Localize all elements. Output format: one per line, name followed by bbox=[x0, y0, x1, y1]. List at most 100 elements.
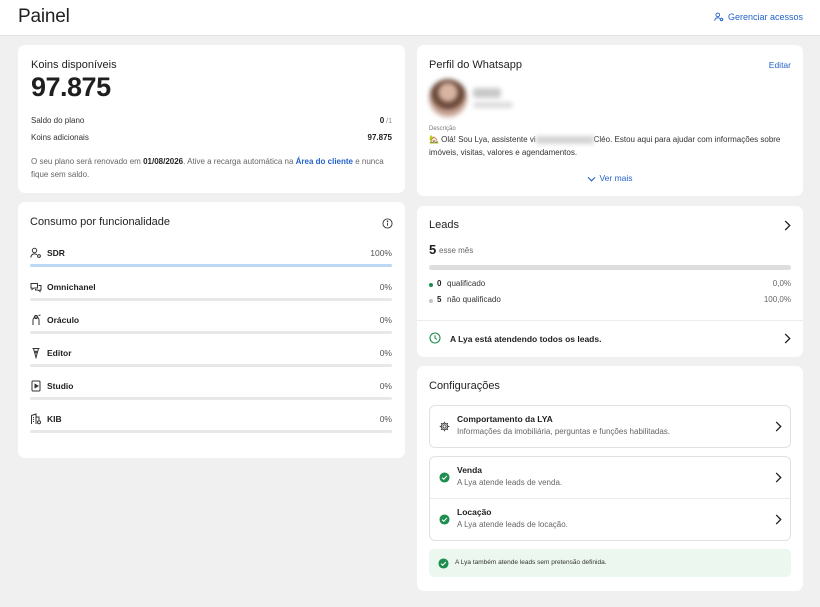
chat-bubbles-icon bbox=[30, 283, 42, 293]
rental-subtitle: A Lya atende leads de locação. bbox=[457, 520, 568, 529]
usage-item-label: Editor bbox=[47, 348, 72, 358]
see-more-label: Ver mais bbox=[599, 173, 633, 183]
koins-title: Koins disponíveis bbox=[31, 59, 117, 71]
check-circle-icon bbox=[439, 514, 450, 525]
check-circle-icon bbox=[438, 558, 449, 569]
profile-name-redacted bbox=[473, 88, 501, 98]
plan-balance-suffix: /1 bbox=[386, 118, 392, 125]
plan-balance-label: Saldo do plano bbox=[31, 116, 85, 125]
description-start: 🏡 Olá! Sou Lya, assistente vi bbox=[429, 135, 536, 144]
rental-title: Locação bbox=[457, 507, 492, 517]
description-redacted bbox=[535, 135, 594, 144]
usage-progress-bar bbox=[30, 364, 392, 367]
legend-label: não qualificado bbox=[447, 295, 501, 304]
usage-item-kib: KIB 0% bbox=[30, 412, 392, 434]
usage-progress-bar bbox=[30, 264, 392, 267]
usage-progress-bar bbox=[30, 397, 392, 400]
rental-leads-item[interactable]: Locação A Lya atende leads de locação. bbox=[430, 499, 790, 541]
info-icon[interactable] bbox=[382, 218, 393, 229]
behavior-subtitle: Informações da imobiliária, perguntas e … bbox=[457, 427, 671, 436]
chevron-right-icon[interactable] bbox=[774, 472, 782, 483]
chevron-right-icon[interactable] bbox=[774, 514, 782, 525]
clock-icon bbox=[429, 332, 441, 344]
leads-count: 5 bbox=[429, 242, 437, 257]
plan-balance-value: 0 bbox=[379, 116, 385, 125]
play-file-icon bbox=[31, 380, 41, 392]
legend-dot-unqualified bbox=[429, 299, 433, 303]
extra-koins-row: Koins adicionais 97.875 bbox=[31, 133, 392, 142]
usage-item-omnichanel: Omnichanel 0% bbox=[30, 280, 392, 302]
legend-count: 0 bbox=[437, 279, 442, 288]
sale-leads-item[interactable]: Venda A Lya atende leads de venda. bbox=[430, 457, 790, 499]
profile-subtitle-redacted bbox=[473, 102, 513, 108]
leads-card[interactable]: Leads 5 esse mês 0 qualificado 0,0% 5 nã… bbox=[417, 206, 803, 357]
client-area-link[interactable]: Área do cliente bbox=[296, 157, 353, 166]
behavior-settings-item[interactable]: Comportamento da LYA Informações da imob… bbox=[430, 406, 790, 448]
usage-progress-bar bbox=[30, 298, 392, 301]
usage-title: Consumo por funcionalidade bbox=[30, 216, 171, 228]
usage-item-percent: 0% bbox=[379, 381, 392, 391]
leads-status-row[interactable]: A Lya está atendendo todos os leads. bbox=[429, 332, 791, 346]
usage-item-editor: Editor 0% bbox=[30, 346, 392, 368]
usage-item-studio: Studio 0% bbox=[30, 379, 392, 401]
behavior-title: Comportamento da LYA bbox=[457, 414, 553, 424]
user-gear-icon bbox=[30, 247, 41, 258]
user-gear-icon bbox=[714, 12, 724, 22]
usage-item-label: SDR bbox=[47, 248, 65, 258]
usage-card: Consumo por funcionalidade SDR 100% Omni… bbox=[18, 202, 405, 458]
renewal-date: 01/08/2026 bbox=[143, 157, 184, 166]
building-gear-icon bbox=[31, 413, 41, 425]
usage-item-label: Oráculo bbox=[47, 315, 80, 325]
chevron-right-icon[interactable] bbox=[783, 333, 791, 344]
description-label: Descrição bbox=[429, 126, 456, 132]
gear-icon bbox=[439, 421, 450, 432]
usage-item-label: KIB bbox=[47, 414, 62, 424]
extra-koins-value: 97.875 bbox=[367, 133, 392, 142]
leads-progress-bar bbox=[429, 265, 791, 270]
renewal-mid: . Ative a recarga automática na bbox=[183, 157, 296, 166]
legend-label: qualificado bbox=[447, 279, 486, 288]
behavior-settings-box: Comportamento da LYA Informações da imob… bbox=[429, 405, 791, 448]
usage-item-label: Studio bbox=[47, 381, 74, 391]
usage-progress-bar bbox=[30, 430, 392, 433]
pen-nib-icon bbox=[32, 348, 40, 359]
usage-item-oraculo: Oráculo 0% bbox=[30, 313, 392, 335]
check-circle-icon bbox=[439, 472, 450, 483]
chevron-down-icon bbox=[587, 176, 596, 182]
renewal-notice: O seu plano será renovado em 01/08/2026.… bbox=[31, 155, 392, 181]
usage-item-percent: 100% bbox=[370, 248, 392, 258]
usage-item-sdr: SDR 100% bbox=[30, 246, 392, 268]
legend-dot-qualified bbox=[429, 283, 433, 287]
leads-period: esse mês bbox=[439, 246, 474, 255]
manage-access-button[interactable]: Gerenciar acessos bbox=[714, 12, 803, 22]
leads-title: Leads bbox=[429, 219, 459, 231]
avatar bbox=[429, 79, 467, 117]
legend-qualified: 0 qualificado 0,0% bbox=[429, 279, 791, 291]
divider bbox=[417, 320, 803, 321]
whatsapp-profile-card: Perfil do Whatsapp Editar Descrição 🏡 Ol… bbox=[417, 45, 803, 196]
koins-total: 97.875 bbox=[31, 72, 111, 102]
legend-count: 5 bbox=[437, 295, 442, 304]
description-text: 🏡 Olá! Sou Lya, assistente vi Cléo. Estou… bbox=[429, 134, 791, 159]
usage-progress-bar bbox=[30, 331, 392, 334]
edit-profile-link[interactable]: Editar bbox=[769, 60, 791, 70]
settings-card: Configurações Comportamento da LYA Infor… bbox=[417, 366, 803, 591]
note-text: A Lya também atende leads sem pretensão … bbox=[455, 559, 607, 566]
usage-item-percent: 0% bbox=[379, 282, 392, 292]
profile-title: Perfil do Whatsapp bbox=[429, 59, 522, 71]
see-more-button[interactable]: Ver mais bbox=[417, 173, 803, 183]
sale-title: Venda bbox=[457, 465, 483, 475]
oracle-icon bbox=[32, 314, 41, 325]
usage-item-percent: 0% bbox=[379, 315, 392, 325]
usage-item-percent: 0% bbox=[379, 348, 392, 358]
undefined-leads-note: A Lya também atende leads sem pretensão … bbox=[429, 549, 791, 577]
plan-balance-row: Saldo do plano 0/1 bbox=[31, 116, 392, 125]
top-bar: Painel Gerenciar acessos bbox=[0, 0, 820, 36]
chevron-right-icon[interactable] bbox=[783, 220, 791, 231]
sale-subtitle: A Lya atende leads de venda. bbox=[457, 478, 563, 487]
legend-unqualified: 5 não qualificado 100,0% bbox=[429, 295, 791, 307]
manage-access-label: Gerenciar acessos bbox=[727, 12, 803, 22]
chevron-right-icon[interactable] bbox=[774, 421, 782, 432]
legend-percent: 100,0% bbox=[763, 295, 791, 304]
usage-item-label: Omnichanel bbox=[47, 282, 96, 292]
